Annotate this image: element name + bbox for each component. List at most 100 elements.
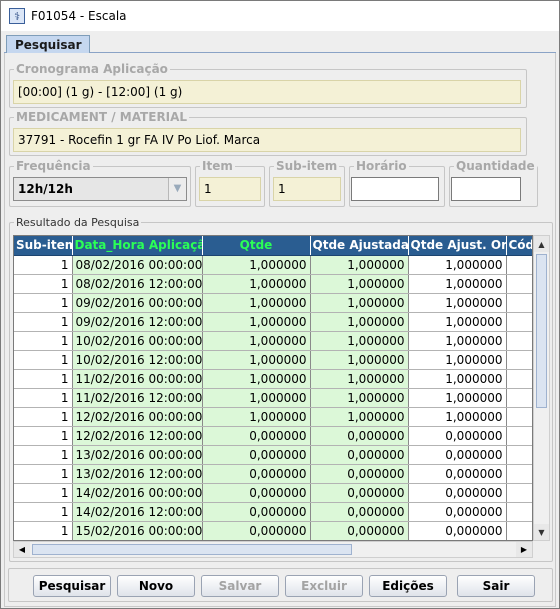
table-row[interactable]: 1 08/02/2016 00:00:00 1,000000 1,000000 1,00… xyxy=(14,255,532,275)
column-header-qtde[interactable]: Qtde xyxy=(202,236,311,256)
vertical-scroll-thumb[interactable] xyxy=(536,254,547,408)
medicamento-legend: MEDICAMENT / MATERIAL xyxy=(16,110,188,124)
column-header-subitem[interactable]: Sub-item xyxy=(14,236,73,256)
table-cell: 0,000000 xyxy=(408,464,507,484)
scroll-down-icon[interactable]: ▼ xyxy=(534,524,549,540)
table-cell: 0,000000 xyxy=(310,521,409,540)
results-table-body: 1 08/02/2016 00:00:00 1,000000 1,000000 1,00… xyxy=(14,255,532,540)
table-cell: 1 xyxy=(14,312,73,332)
horizontal-scroll-thumb[interactable] xyxy=(32,544,352,555)
table-row[interactable]: 1 10/02/2016 12:00:00 1,000000 1,000000 1,00… xyxy=(14,350,532,370)
table-cell: 0,000000 xyxy=(202,483,311,503)
chevron-down-icon[interactable]: ▼ xyxy=(168,178,186,200)
tab-pesquisar[interactable]: Pesquisar xyxy=(6,35,91,54)
table-cell: 0,000000 xyxy=(408,521,507,540)
tab-strip: Pesquisar xyxy=(4,33,556,54)
column-header-qtde-ajustada[interactable]: Qtde Ajustada xyxy=(310,236,409,256)
table-row[interactable]: 1 13/02/2016 00:00:00 0,000000 0,000000 0,00… xyxy=(14,445,532,465)
table-cell: 0,000000 xyxy=(202,464,311,484)
table-cell: 0,000000 xyxy=(310,483,409,503)
table-row[interactable]: 1 14/02/2016 12:00:00 0,000000 0,000000 0,00… xyxy=(14,502,532,522)
results-legend: Resultado da Pesquisa xyxy=(16,216,140,229)
window-title: F01054 - Escala xyxy=(31,9,127,23)
table-cell: 0,000000 xyxy=(310,502,409,522)
sair-button[interactable]: Sair xyxy=(457,575,535,597)
table-row[interactable]: 1 10/02/2016 00:00:00 1,000000 1,000000 1,00… xyxy=(14,331,532,351)
results-table-container: Sub-item Data_Hora Aplicação Qtde Qtde A… xyxy=(13,235,533,541)
medicamento-field: 37791 - Rocefin 1 gr FA IV Po Liof. Marc… xyxy=(13,128,521,152)
table-cell: 1 xyxy=(14,350,73,370)
column-header-qtde-ajust-orig[interactable]: Qtde Ajust. Orig. xyxy=(408,236,507,256)
table-cell-empty xyxy=(506,483,532,503)
table-cell: 1,000000 xyxy=(310,369,409,389)
scroll-right-icon[interactable]: ▶ xyxy=(516,542,532,557)
table-cell-empty xyxy=(506,407,532,427)
table-cell: 11/02/2016 00:00:00 xyxy=(72,369,203,389)
title-bar: ⚕ F01054 - Escala xyxy=(1,1,559,31)
table-cell: 1,000000 xyxy=(408,407,507,427)
table-cell: 0,000000 xyxy=(408,426,507,446)
table-row[interactable]: 1 09/02/2016 00:00:00 1,000000 1,000000 1,00… xyxy=(14,293,532,313)
table-cell: 1,000000 xyxy=(202,274,311,294)
table-cell: 1,000000 xyxy=(310,331,409,351)
frequencia-value: 12h/12h xyxy=(18,182,73,196)
table-cell: 1,000000 xyxy=(310,255,409,275)
table-row[interactable]: 1 11/02/2016 00:00:00 1,000000 1,000000 1,00… xyxy=(14,369,532,389)
item-field: 1 xyxy=(199,177,261,201)
table-cell: 1,000000 xyxy=(310,407,409,427)
table-cell: 1,000000 xyxy=(310,350,409,370)
novo-button[interactable]: Novo xyxy=(117,575,195,597)
table-cell: 14/02/2016 12:00:00 xyxy=(72,502,203,522)
frequencia-legend: Frequência xyxy=(16,159,91,173)
table-cell: 14/02/2016 00:00:00 xyxy=(72,483,203,503)
frequencia-combo[interactable]: 12h/12h ▼ xyxy=(13,177,187,201)
table-cell-empty xyxy=(506,502,532,522)
scroll-left-icon[interactable]: ◀ xyxy=(14,542,30,557)
table-row[interactable]: 1 09/02/2016 12:00:00 1,000000 1,000000 1,00… xyxy=(14,312,532,332)
table-cell-empty xyxy=(506,293,532,313)
table-cell-empty xyxy=(506,312,532,332)
column-header-cod[interactable]: Cód xyxy=(506,236,532,256)
column-header-data-hora[interactable]: Data_Hora Aplicação xyxy=(72,236,203,256)
salvar-button[interactable]: Salvar xyxy=(201,575,279,597)
edicoes-button[interactable]: Edições xyxy=(369,575,447,597)
table-row[interactable]: 1 12/02/2016 12:00:00 0,000000 0,000000 0,00… xyxy=(14,426,532,446)
table-cell: 0,000000 xyxy=(408,483,507,503)
table-row[interactable]: 1 08/02/2016 12:00:00 1,000000 1,000000 1,00… xyxy=(14,274,532,294)
table-row[interactable]: 1 14/02/2016 00:00:00 0,000000 0,000000 0,00… xyxy=(14,483,532,503)
table-cell: 1 xyxy=(14,369,73,389)
table-cell: 0,000000 xyxy=(202,445,311,465)
table-cell-empty xyxy=(506,255,532,275)
table-cell: 0,000000 xyxy=(408,502,507,522)
table-cell-empty xyxy=(506,521,532,540)
table-cell: 13/02/2016 12:00:00 xyxy=(72,464,203,484)
excluir-button[interactable]: Excluir xyxy=(285,575,363,597)
table-cell: 08/02/2016 12:00:00 xyxy=(72,274,203,294)
table-cell: 1,000000 xyxy=(202,331,311,351)
pesquisar-button[interactable]: Pesquisar xyxy=(33,575,111,597)
table-cell: 0,000000 xyxy=(310,464,409,484)
table-row[interactable]: 1 13/02/2016 12:00:00 0,000000 0,000000 0,00… xyxy=(14,464,532,484)
table-cell: 1,000000 xyxy=(408,255,507,275)
table-cell: 1,000000 xyxy=(202,293,311,313)
table-row[interactable]: 1 15/02/2016 00:00:00 0,000000 0,000000 0,00… xyxy=(14,521,532,540)
vertical-scrollbar[interactable]: ▲ ▼ xyxy=(533,235,550,541)
table-cell: 1,000000 xyxy=(202,255,311,275)
table-cell: 1 xyxy=(14,274,73,294)
horizontal-scrollbar[interactable]: ◀ ▶ xyxy=(13,541,533,558)
table-row[interactable]: 1 12/02/2016 00:00:00 1,000000 1,000000 1,00… xyxy=(14,407,532,427)
scroll-up-icon[interactable]: ▲ xyxy=(534,236,549,252)
table-cell: 09/02/2016 00:00:00 xyxy=(72,293,203,313)
quantidade-legend: Quantidade xyxy=(456,159,535,173)
table-cell: 0,000000 xyxy=(408,445,507,465)
horario-input[interactable] xyxy=(351,177,439,201)
table-cell: 1,000000 xyxy=(310,388,409,408)
table-cell: 1 xyxy=(14,388,73,408)
table-row[interactable]: 1 11/02/2016 12:00:00 1,000000 1,000000 1,00… xyxy=(14,388,532,408)
app-window: ⚕ F01054 - Escala Pesquisar Cronograma A… xyxy=(0,0,560,609)
subitem-field: 1 xyxy=(273,177,341,201)
quantidade-input[interactable] xyxy=(451,177,521,201)
table-cell: 1 xyxy=(14,293,73,313)
results-table: Sub-item Data_Hora Aplicação Qtde Qtde A… xyxy=(14,236,532,540)
table-cell-empty xyxy=(506,388,532,408)
